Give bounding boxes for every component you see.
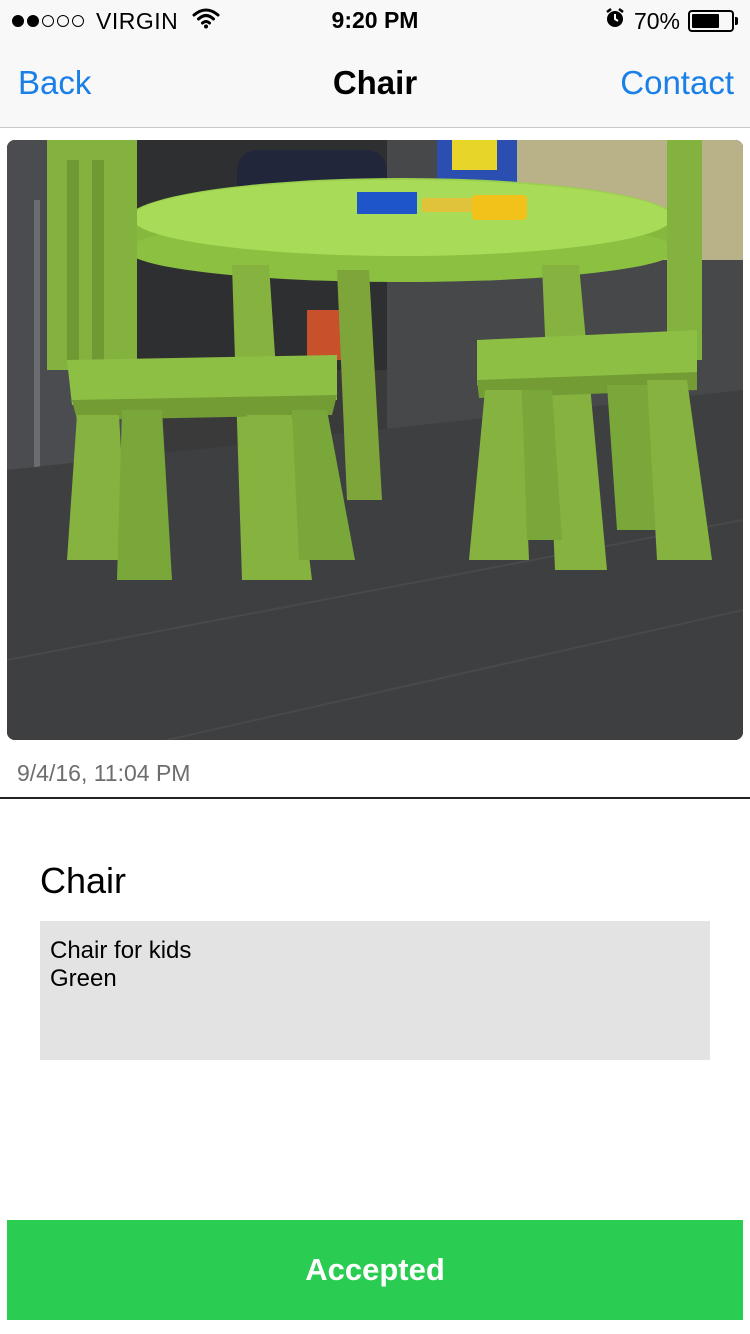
battery-icon xyxy=(688,10,738,32)
navigation-bar: Back Chair Contact xyxy=(0,40,750,128)
listing-title: Chair xyxy=(40,860,127,901)
accepted-status-button[interactable]: Accepted xyxy=(7,1220,743,1320)
status-bar: VIRGIN 9:20 PM 70% xyxy=(0,0,750,40)
status-right: 70% xyxy=(604,7,738,35)
screen: VIRGIN 9:20 PM 70% Back Chair Contact 9/… xyxy=(0,0,750,1334)
contact-button[interactable]: Contact xyxy=(620,64,734,102)
alarm-icon xyxy=(604,7,626,35)
listing-description: Chair for kids Green xyxy=(40,921,710,1060)
listing-timestamp: 9/4/16, 11:04 PM xyxy=(17,760,191,786)
divider xyxy=(0,797,750,799)
listing-photo[interactable] xyxy=(7,140,743,740)
battery-percent: 70% xyxy=(633,7,680,34)
